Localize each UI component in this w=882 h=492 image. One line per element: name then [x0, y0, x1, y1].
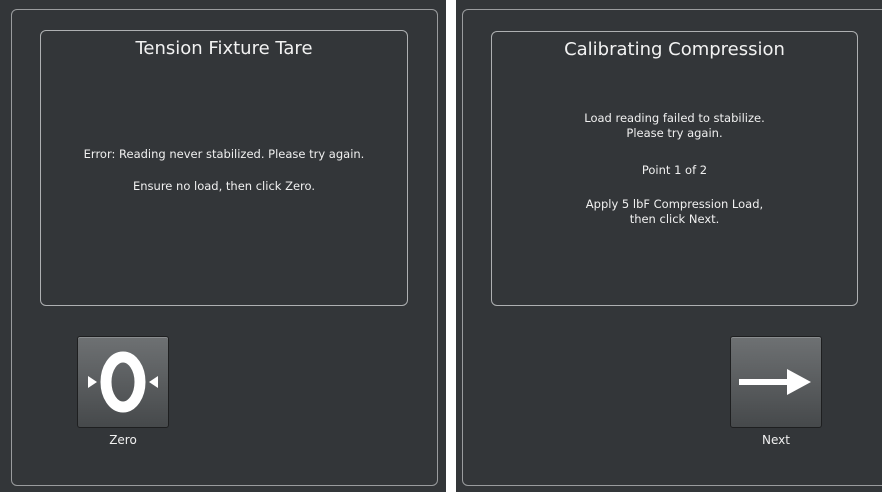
calibration-panel: Calibrating Compression Load reading fai… [456, 0, 882, 492]
zero-button[interactable] [77, 336, 169, 428]
tare-message-box: Tension Fixture Tare Error: Reading neve… [40, 30, 408, 306]
calibration-title: Calibrating Compression [564, 39, 785, 60]
zero-button-label: Zero [109, 433, 137, 447]
tare-panel: Tension Fixture Tare Error: Reading neve… [0, 0, 446, 492]
next-button-label: Next [762, 433, 790, 447]
next-button[interactable] [730, 336, 822, 428]
tare-title: Tension Fixture Tare [135, 38, 313, 59]
calibration-instruction-line-1: Apply 5 lbF Compression Load, [585, 197, 764, 211]
tare-instruction: Ensure no load, then click Zero. [133, 179, 315, 193]
calibration-instruction-line-2: then click Next. [629, 212, 720, 226]
arrow-right-icon [739, 369, 811, 395]
calibration-error-line-1: Load reading failed to stabilize. [584, 111, 765, 125]
calibration-error-line-2: Please try again. [626, 126, 723, 140]
zero-icon [88, 351, 158, 413]
calibration-message-box: Calibrating Compression Load reading fai… [491, 31, 858, 306]
tare-error-message: Error: Reading never stabilized. Please … [83, 147, 365, 161]
calibration-point-indicator: Point 1 of 2 [641, 163, 708, 177]
